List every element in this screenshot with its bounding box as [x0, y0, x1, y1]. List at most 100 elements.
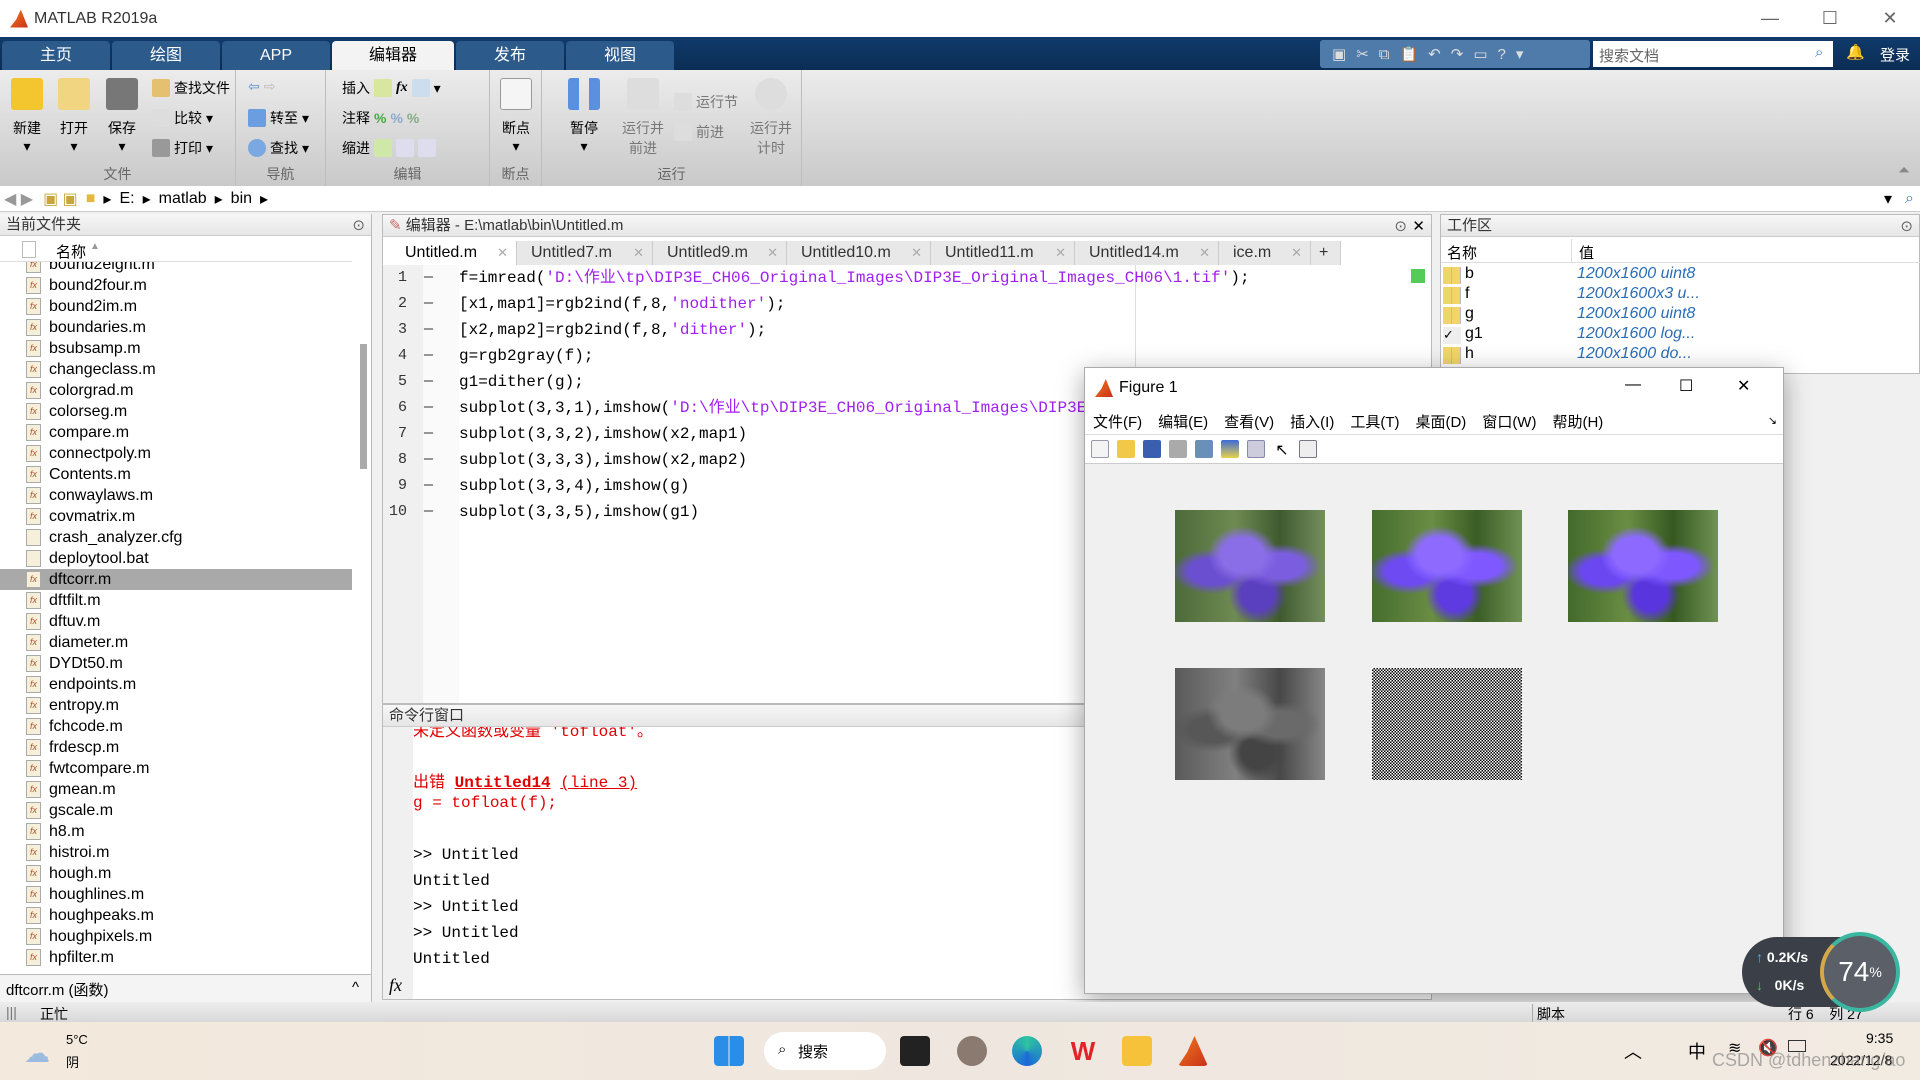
tab-plots[interactable]: 绘图 [112, 41, 220, 70]
breakpoints-button[interactable]: 断点 ▾ [494, 78, 538, 155]
figure-menu-item[interactable]: 文件(F) [1093, 411, 1142, 432]
code-line[interactable]: [x1,map1]=rgb2ind(f,8,'nodither'); [459, 291, 785, 317]
file-list-item[interactable]: fx entropy.m [0, 695, 352, 716]
tab-home[interactable]: 主页 [2, 41, 110, 70]
path-segment[interactable]: E: [119, 190, 134, 208]
file-list-item[interactable]: fx houghpixels.m [0, 926, 352, 947]
code-line[interactable]: subplot(3,3,4),imshow(g) [459, 473, 689, 499]
panel-menu-icon[interactable]: ⊙ [1394, 217, 1407, 235]
weather-condition[interactable]: 阴 [66, 1052, 79, 1071]
ime-indicator[interactable]: 中 [1688, 1038, 1706, 1064]
breakpoint-dash[interactable]: — [413, 451, 433, 468]
fx-icon[interactable]: fx [389, 975, 402, 996]
address-dropdown-icon[interactable]: ▾ [1884, 189, 1892, 209]
file-list-item[interactable]: deploytool.bat [0, 548, 352, 569]
help-icon[interactable]: ? [1498, 46, 1506, 63]
file-list-item[interactable]: fx fwtcompare.m [0, 758, 352, 779]
close-tab-icon[interactable]: ✕ [767, 241, 778, 265]
file-list-item[interactable]: fx dftuv.m [0, 611, 352, 632]
figure-menu-item[interactable]: 帮助(H) [1552, 411, 1603, 432]
file-list-item[interactable]: fx bound2im.m [0, 296, 352, 317]
breakpoint-dash[interactable]: — [413, 295, 433, 312]
save-icon[interactable]: ▣ [1332, 45, 1346, 63]
file-list-item[interactable]: fx diameter.m [0, 632, 352, 653]
file-list-item[interactable]: fx changeclass.m [0, 359, 352, 380]
file-list-item[interactable]: fx covmatrix.m [0, 506, 352, 527]
file-list-item[interactable]: fx Contents.m [0, 464, 352, 485]
copy-icon[interactable]: ⧉ [1379, 46, 1390, 63]
breakpoint-dash[interactable]: — [413, 425, 433, 442]
tab-apps[interactable]: APP [222, 41, 330, 70]
maximize-button[interactable]: ☐ [1679, 376, 1693, 396]
editor-tab[interactable]: ice.m ✕ [1219, 241, 1311, 265]
file-list-item[interactable]: fx dftfilt.m [0, 590, 352, 611]
open-button[interactable]: 打开 ▾ [52, 78, 96, 155]
file-list-item[interactable]: fx bsubsamp.m [0, 338, 352, 359]
breakpoint-dash[interactable]: — [413, 477, 433, 494]
close-tab-icon[interactable]: ✕ [633, 241, 644, 265]
breakpoint-dash[interactable]: — [413, 269, 433, 286]
column-header-name[interactable]: 名称 [1447, 242, 1477, 263]
tab-editor[interactable]: 编辑器 [332, 41, 454, 71]
figure-menu-item[interactable]: 插入(I) [1290, 411, 1334, 432]
minimize-button[interactable]: — [1740, 0, 1800, 37]
figure-menu-item[interactable]: 窗口(W) [1482, 411, 1536, 432]
close-tab-icon[interactable]: ✕ [911, 241, 922, 265]
variable-row[interactable]: b 1200x1600 uint8 [1441, 265, 1920, 285]
file-list-item[interactable]: fx gmean.m [0, 779, 352, 800]
wps-icon[interactable]: W [1068, 1036, 1098, 1066]
weather-temp[interactable]: 5°C [66, 1032, 88, 1047]
file-list-item[interactable]: fx houghpeaks.m [0, 905, 352, 926]
taskbar-search[interactable]: ⌕ 搜索 [764, 1032, 886, 1070]
figure-menu-item[interactable]: 查看(V) [1224, 411, 1274, 432]
cloud-icon[interactable]: ☁ [24, 1038, 50, 1069]
error-line-link[interactable]: (line 3) [560, 774, 637, 792]
cut-icon[interactable]: ✂ [1356, 45, 1369, 63]
file-list-item[interactable]: fx colorseg.m [0, 401, 352, 422]
code-line[interactable]: subplot(3,3,3),imshow(x2,map2) [459, 447, 747, 473]
editor-tab[interactable]: Untitled11.m ✕ [931, 241, 1075, 265]
file-list-item[interactable]: fx dftcorr.m [0, 569, 352, 590]
code-line[interactable]: f=imread('D:\作业\tp\DIP3E_CH06_Original_I… [459, 265, 1250, 291]
file-list-item[interactable]: fx conwaylaws.m [0, 485, 352, 506]
file-list-item[interactable]: fx colorgrad.m [0, 380, 352, 401]
details-panel[interactable]: dftcorr.m (函数) ^ [0, 974, 371, 1002]
file-list-item[interactable]: fx frdescp.m [0, 737, 352, 758]
undo-icon[interactable]: ↶ [1428, 45, 1441, 63]
indent-button[interactable]: 缩进 [342, 138, 436, 158]
breakpoint-dash[interactable]: — [413, 399, 433, 416]
clock-time[interactable]: 9:35 [1866, 1030, 1893, 1046]
legend-icon[interactable] [1247, 440, 1265, 458]
figure-menu-item[interactable]: 编辑(E) [1158, 411, 1208, 432]
file-list-item[interactable]: fx houghlines.m [0, 884, 352, 905]
bell-icon[interactable]: 🔔 [1846, 43, 1865, 61]
figure-menu-item[interactable]: 工具(T) [1350, 411, 1399, 432]
code-line[interactable]: g1=dither(g); [459, 369, 584, 395]
file-list-item[interactable]: fx histroi.m [0, 842, 352, 863]
file-list-item[interactable]: fx fchcode.m [0, 716, 352, 737]
task-view-icon[interactable] [900, 1036, 930, 1066]
panel-menu-icon[interactable]: ⊙ [1900, 217, 1913, 235]
breakpoint-dash[interactable]: — [413, 321, 433, 338]
file-list-item[interactable]: fx endpoints.m [0, 674, 352, 695]
chevron-down-icon[interactable]: ▾ [1516, 45, 1524, 63]
new-figure-icon[interactable] [1091, 440, 1109, 458]
code-line[interactable]: g=rgb2gray(f); [459, 343, 593, 369]
file-list-item[interactable]: fx hough.m [0, 863, 352, 884]
advance-button[interactable]: 前进 [674, 122, 724, 142]
insert-button[interactable]: 插入 fx ▾ [342, 78, 441, 98]
goto-button[interactable]: 转至 ▾ [248, 108, 309, 128]
search-docs-input[interactable]: 搜索文档 [1593, 41, 1833, 67]
breakpoint-dash[interactable]: — [413, 503, 433, 520]
editor-tab[interactable]: Untitled7.m ✕ [517, 241, 653, 265]
close-button[interactable]: ✕ [1737, 376, 1750, 396]
search-icon[interactable]: ⌕ [1815, 44, 1823, 61]
run-time-button[interactable]: 运行并计时 [746, 78, 796, 158]
collapse-toolstrip-icon[interactable]: ⏶ [1898, 162, 1910, 179]
pause-button[interactable]: 暂停 ▾ [562, 78, 606, 155]
file-list-item[interactable]: fx bound2four.m [0, 275, 352, 296]
tab-view[interactable]: 视图 [566, 41, 674, 70]
run-section-button[interactable]: 运行节 [674, 92, 738, 112]
file-explorer-icon[interactable] [1122, 1036, 1152, 1066]
file-list-item[interactable]: crash_analyzer.cfg [0, 527, 352, 548]
